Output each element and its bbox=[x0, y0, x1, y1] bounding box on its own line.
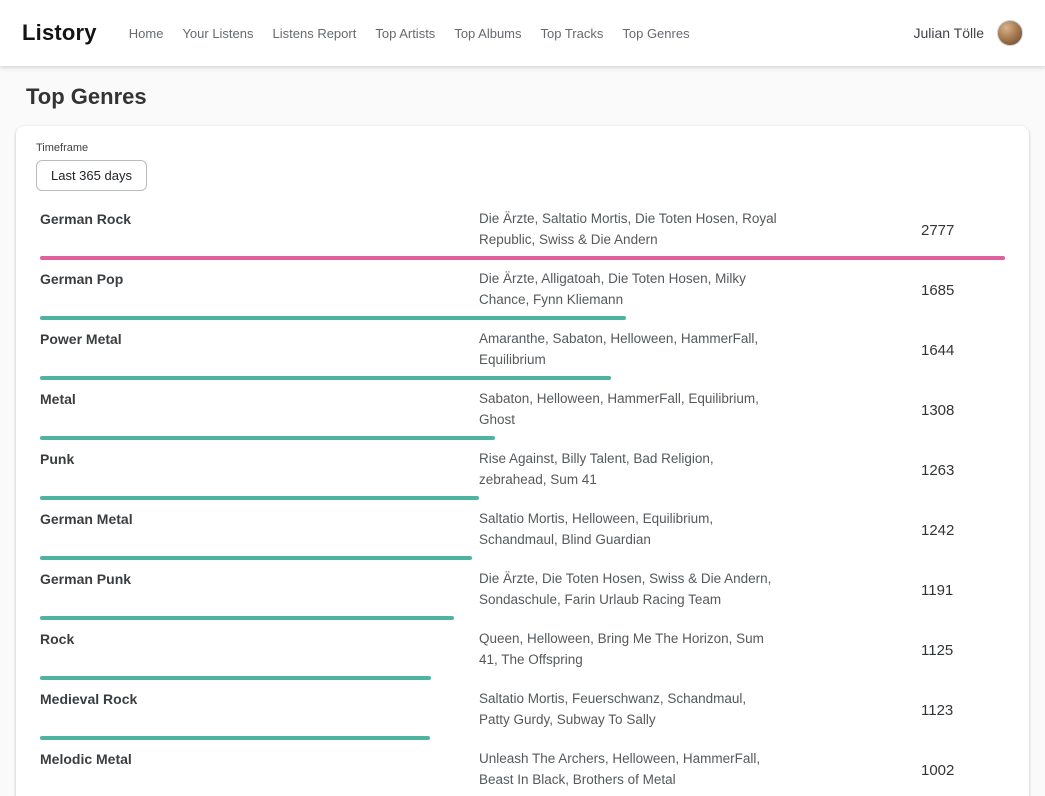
genre-count: 1242 bbox=[921, 522, 1005, 539]
genre-name: Punk bbox=[40, 449, 479, 467]
genre-bar bbox=[40, 376, 1005, 380]
genre-row: German Punk Die Ärzte, Die Toten Hosen, … bbox=[40, 569, 1005, 620]
genre-table: German Rock Die Ärzte, Saltatio Mortis, … bbox=[36, 209, 1005, 796]
nav-user-area: Julian Tölle bbox=[913, 20, 1023, 46]
genre-row: German Pop Die Ärzte, Alligatoah, Die To… bbox=[40, 269, 1005, 320]
genre-artists: Die Ärzte, Alligatoah, Die Toten Hosen, … bbox=[479, 269, 779, 311]
genre-artists: Amaranthe, Sabaton, Helloween, HammerFal… bbox=[479, 329, 779, 371]
genre-bar-fill bbox=[40, 676, 431, 680]
nav-link-top-tracks[interactable]: Top Tracks bbox=[541, 26, 604, 41]
genre-count: 1123 bbox=[921, 702, 1005, 719]
genre-artists: Queen, Helloween, Bring Me The Horizon, … bbox=[479, 629, 779, 671]
genre-artists: Saltatio Mortis, Helloween, Equilibrium,… bbox=[479, 509, 779, 551]
genre-bar bbox=[40, 676, 1005, 680]
nav-links: Home Your Listens Listens Report Top Artist… bbox=[129, 26, 914, 41]
genre-row: Rock Queen, Helloween, Bring Me The Hori… bbox=[40, 629, 1005, 680]
genre-count: 2777 bbox=[921, 222, 1005, 239]
genre-artists: Rise Against, Billy Talent, Bad Religion… bbox=[479, 449, 779, 491]
nav-link-top-genres[interactable]: Top Genres bbox=[622, 26, 689, 41]
genre-name: German Metal bbox=[40, 509, 479, 527]
genre-count: 1191 bbox=[921, 582, 1005, 599]
genre-artists: Unleash The Archers, Helloween, HammerFa… bbox=[479, 749, 779, 791]
brand-logo[interactable]: Listory bbox=[22, 20, 97, 46]
genre-name: German Pop bbox=[40, 269, 479, 287]
genre-bar bbox=[40, 556, 1005, 560]
genre-count: 1125 bbox=[921, 642, 1005, 659]
genre-bar-fill bbox=[40, 616, 454, 620]
user-avatar[interactable] bbox=[997, 20, 1023, 46]
genre-row: Medieval Rock Saltatio Mortis, Feuerschw… bbox=[40, 689, 1005, 740]
genre-bar-fill bbox=[40, 496, 479, 500]
genre-row: Metal Sabaton, Helloween, HammerFall, Eq… bbox=[40, 389, 1005, 440]
genre-bar bbox=[40, 496, 1005, 500]
genre-name: Melodic Metal bbox=[40, 749, 479, 767]
genre-count: 1644 bbox=[921, 342, 1005, 359]
genre-row: Punk Rise Against, Billy Talent, Bad Rel… bbox=[40, 449, 1005, 500]
nav-link-home[interactable]: Home bbox=[129, 26, 164, 41]
top-navbar: Listory Home Your Listens Listens Report To… bbox=[0, 0, 1045, 66]
genre-artists: Saltatio Mortis, Feuerschwanz, Schandmau… bbox=[479, 689, 779, 731]
genre-artists: Die Ärzte, Saltatio Mortis, Die Toten Ho… bbox=[479, 209, 779, 251]
genre-row: Power Metal Amaranthe, Sabaton, Hellowee… bbox=[40, 329, 1005, 380]
genre-count: 1308 bbox=[921, 402, 1005, 419]
genre-bar-fill bbox=[40, 256, 1005, 260]
genre-count: 1002 bbox=[921, 762, 1005, 779]
timeframe-label: Timeframe bbox=[36, 142, 1005, 154]
genre-bar bbox=[40, 736, 1005, 740]
genre-artists: Die Ärzte, Die Toten Hosen, Swiss & Die … bbox=[479, 569, 779, 611]
genre-bar-fill bbox=[40, 736, 430, 740]
genres-card: Timeframe Last 365 days German Rock Die … bbox=[16, 126, 1029, 796]
genre-name: Power Metal bbox=[40, 329, 479, 347]
genre-bar bbox=[40, 256, 1005, 260]
nav-link-top-albums[interactable]: Top Albums bbox=[454, 26, 521, 41]
genre-name: German Rock bbox=[40, 209, 479, 227]
genre-artists: Sabaton, Helloween, HammerFall, Equilibr… bbox=[479, 389, 779, 431]
timeframe-select-button[interactable]: Last 365 days bbox=[36, 160, 147, 191]
genre-name: German Punk bbox=[40, 569, 479, 587]
genre-row: German Metal Saltatio Mortis, Helloween,… bbox=[40, 509, 1005, 560]
genre-name: Medieval Rock bbox=[40, 689, 479, 707]
genre-count: 1685 bbox=[921, 282, 1005, 299]
page-title: Top Genres bbox=[26, 84, 1045, 110]
genre-bar bbox=[40, 616, 1005, 620]
user-name[interactable]: Julian Tölle bbox=[913, 25, 984, 41]
genre-bar-fill bbox=[40, 376, 611, 380]
genre-bar-fill bbox=[40, 316, 626, 320]
nav-link-listens-report[interactable]: Listens Report bbox=[273, 26, 357, 41]
genre-bar bbox=[40, 436, 1005, 440]
genre-row: Melodic Metal Unleash The Archers, Hello… bbox=[40, 749, 1005, 796]
genre-bar-fill bbox=[40, 556, 472, 560]
genre-bar-fill bbox=[40, 436, 495, 440]
genre-bar bbox=[40, 316, 1005, 320]
nav-link-top-artists[interactable]: Top Artists bbox=[375, 26, 435, 41]
nav-link-your-listens[interactable]: Your Listens bbox=[182, 26, 253, 41]
genre-row: German Rock Die Ärzte, Saltatio Mortis, … bbox=[40, 209, 1005, 260]
genre-name: Metal bbox=[40, 389, 479, 407]
genre-count: 1263 bbox=[921, 462, 1005, 479]
genre-name: Rock bbox=[40, 629, 479, 647]
